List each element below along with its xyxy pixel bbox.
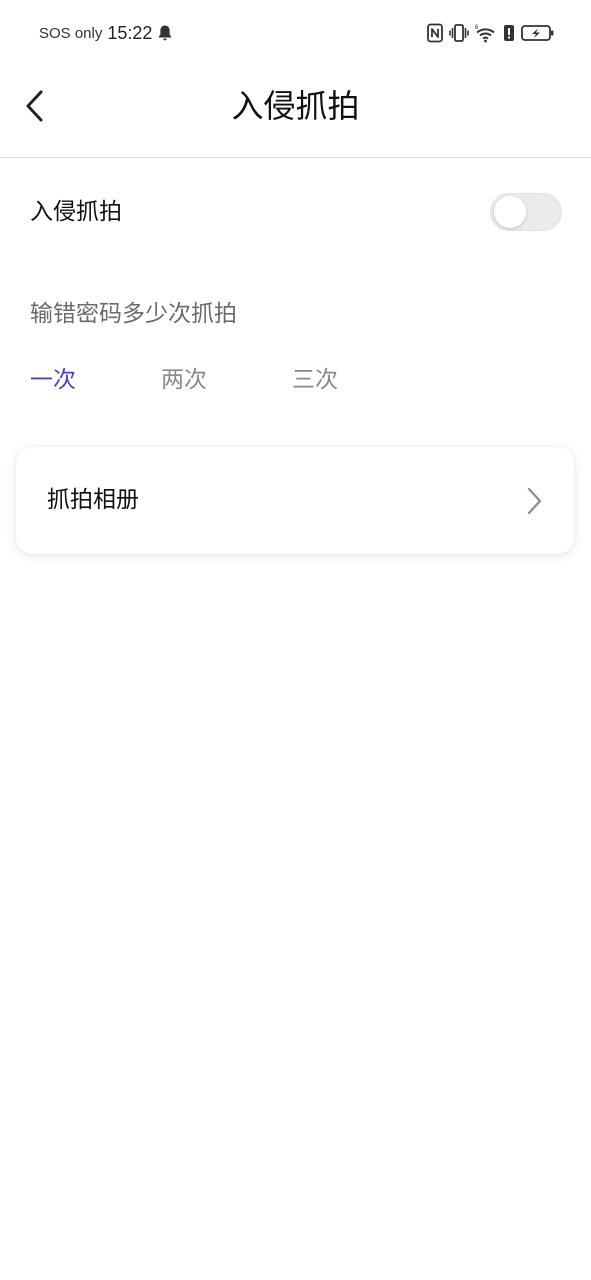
status-left: SOS only 15:22 [39, 20, 173, 46]
header: 入侵抓拍 [0, 66, 591, 158]
chevron-right-icon [527, 487, 542, 515]
status-time: 15:22 [107, 22, 153, 43]
intrusion-capture-row: 入侵抓拍 [0, 176, 591, 248]
intrusion-capture-toggle[interactable] [490, 193, 562, 231]
capture-album-label: 抓拍相册 [47, 487, 139, 513]
battery-charging-icon [521, 23, 555, 43]
wifi-icon: 6 [475, 23, 497, 43]
header-divider [0, 157, 591, 158]
option-twice[interactable]: 两次 [161, 362, 207, 398]
option-three-times[interactable]: 三次 [292, 362, 338, 398]
page-title: 入侵抓拍 [231, 87, 360, 125]
option-once[interactable]: 一次 [30, 362, 76, 398]
svg-text:6: 6 [475, 25, 479, 31]
toggle-knob [494, 196, 526, 228]
attempts-section-label: 输错密码多少次抓拍 [30, 301, 237, 327]
nfc-icon [427, 23, 443, 43]
vibrate-icon [449, 23, 469, 43]
carrier-text: SOS only [39, 24, 103, 42]
intrusion-capture-label: 入侵抓拍 [30, 199, 122, 225]
alert-icon [503, 23, 515, 43]
bell-icon [157, 24, 173, 42]
status-right: 6 [427, 21, 555, 45]
status-bar: SOS only 15:22 6 [0, 0, 591, 66]
capture-album-card[interactable]: 抓拍相册 [16, 447, 574, 554]
